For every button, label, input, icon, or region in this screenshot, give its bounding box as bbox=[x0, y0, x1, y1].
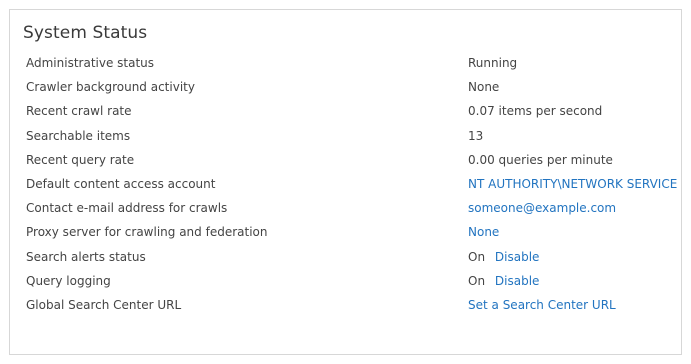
row-value: 0.00 queries per minute bbox=[468, 148, 613, 172]
row-global-search-center-url: Global Search Center URL Set a Search Ce… bbox=[10, 293, 681, 317]
status-table: Administrative status Running Crawler ba… bbox=[10, 51, 681, 317]
row-label: Recent query rate bbox=[26, 152, 135, 167]
row-label: Crawler background activity bbox=[26, 80, 195, 95]
row-value: 0.07 items per second bbox=[468, 99, 602, 123]
row-value: On Disable bbox=[468, 269, 539, 293]
row-label: Default content access account bbox=[26, 176, 216, 191]
row-contact-email: Contact e-mail address for crawls someon… bbox=[10, 196, 681, 220]
row-default-content-access-account: Default content access account NT AUTHOR… bbox=[10, 172, 681, 196]
value-text: None bbox=[468, 80, 500, 95]
row-crawler-background-activity: Crawler background activity None bbox=[10, 75, 681, 99]
row-recent-crawl-rate: Recent crawl rate 0.07 items per second bbox=[10, 99, 681, 123]
row-search-alerts-status: Search alerts status On Disable bbox=[10, 245, 681, 269]
row-value: Running bbox=[468, 51, 517, 75]
row-value: None bbox=[468, 220, 499, 244]
proxy-server-link[interactable]: None bbox=[468, 225, 499, 239]
row-value: Set a Search Center URL bbox=[468, 293, 616, 317]
row-label: Contact e-mail address for crawls bbox=[26, 201, 228, 216]
row-value: On Disable bbox=[468, 245, 539, 269]
value-text: On bbox=[468, 249, 486, 264]
row-value: NT AUTHORITY\NETWORK SERVICE bbox=[468, 172, 677, 196]
value-text: 0.07 items per second bbox=[468, 104, 603, 119]
row-proxy-server: Proxy server for crawling and federation… bbox=[10, 220, 681, 244]
value-text: 0.00 queries per minute bbox=[468, 152, 613, 167]
row-label: Administrative status bbox=[26, 56, 155, 70]
section-title: System Status bbox=[23, 23, 148, 43]
row-administrative-status: Administrative status Running bbox=[10, 51, 681, 75]
disable-search-alerts-link[interactable]: Disable bbox=[495, 250, 540, 264]
disable-query-logging-link[interactable]: Disable bbox=[495, 274, 540, 288]
row-label: Recent crawl rate bbox=[26, 104, 132, 119]
row-label: Global Search Center URL bbox=[26, 297, 182, 312]
row-value: 13 bbox=[468, 124, 483, 148]
value-text: Running bbox=[468, 56, 518, 70]
value-text: 13 bbox=[468, 128, 484, 143]
contact-email-link[interactable]: someone@example.com bbox=[468, 201, 616, 215]
row-recent-query-rate: Recent query rate 0.00 queries per minut… bbox=[10, 148, 681, 172]
row-value: someone@example.com bbox=[468, 196, 616, 220]
row-label: Proxy server for crawling and federation bbox=[26, 225, 268, 240]
set-search-center-url-link[interactable]: Set a Search Center URL bbox=[468, 298, 616, 312]
row-value: None bbox=[468, 75, 499, 99]
system-status-panel: System Status Administrative status Runn… bbox=[9, 9, 682, 355]
value-text: On bbox=[468, 273, 486, 288]
row-label: Search alerts status bbox=[26, 249, 146, 264]
content-access-account-link[interactable]: NT AUTHORITY\NETWORK SERVICE bbox=[468, 177, 677, 191]
row-label: Searchable items bbox=[26, 128, 131, 143]
row-label: Query logging bbox=[26, 273, 111, 288]
row-searchable-items: Searchable items 13 bbox=[10, 124, 681, 148]
row-query-logging: Query logging On Disable bbox=[10, 269, 681, 293]
